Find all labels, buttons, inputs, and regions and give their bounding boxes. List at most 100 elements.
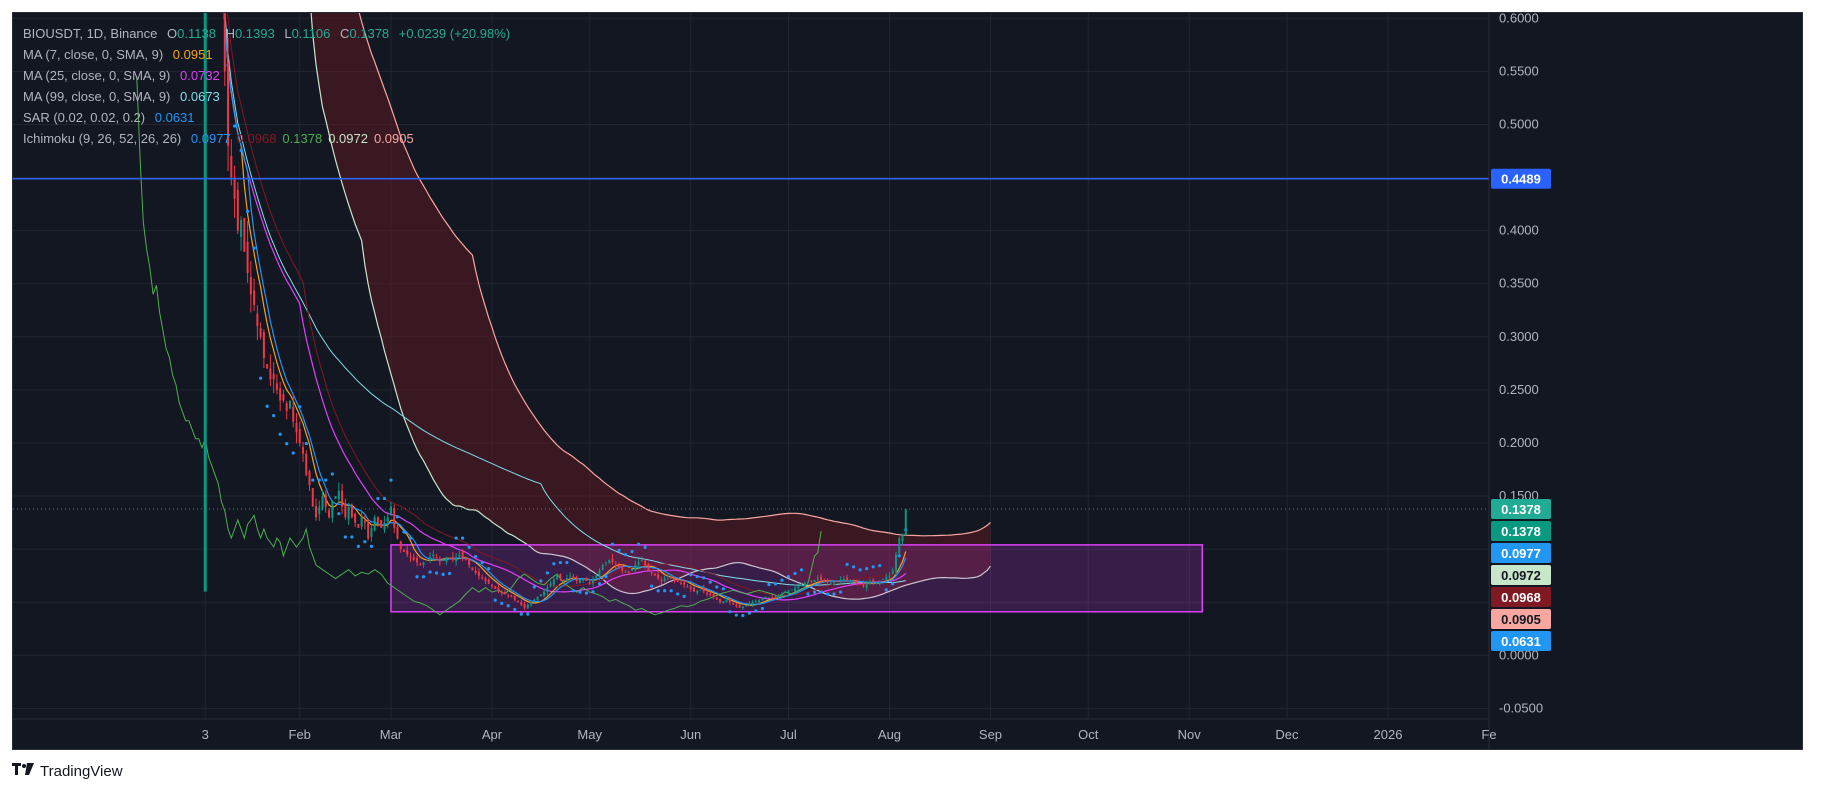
candle-body xyxy=(901,534,904,542)
candle-body xyxy=(842,578,845,580)
tradingview-watermark[interactable]: TradingView xyxy=(12,762,123,780)
candle-body xyxy=(350,505,353,518)
sar-dot xyxy=(878,563,882,568)
sar-dot xyxy=(832,592,836,596)
sar-dot xyxy=(773,582,778,586)
indicator-value: 0.0631 xyxy=(154,110,195,125)
legend-ohlc: O0.1138 H0.1393 L0.1106 C0.1378 +0.0239 … xyxy=(167,26,516,41)
candle-body xyxy=(761,598,764,601)
price-badge: 0.4489 xyxy=(1491,168,1551,189)
sar-dot xyxy=(760,606,765,611)
candle-body xyxy=(627,571,630,573)
price-badge: 0.0972 xyxy=(1491,565,1551,586)
sar-dot xyxy=(695,574,699,579)
x-tick-label: Apr xyxy=(482,727,503,742)
candle-body xyxy=(279,388,282,401)
candle-body xyxy=(240,220,243,238)
indicator-value: 0.0732 xyxy=(180,68,220,83)
price-badge: 0.0905 xyxy=(1491,609,1551,630)
candle-body xyxy=(285,403,288,412)
sar-dot xyxy=(356,544,360,548)
y-tick-label: 0.5000 xyxy=(1499,116,1539,131)
candle-body xyxy=(331,501,334,518)
sar-dot xyxy=(650,584,654,588)
candle-body xyxy=(416,557,419,563)
x-tick-label: Fe xyxy=(1481,727,1496,742)
legend-indicator-row[interactable]: MA (25, close, 0, SMA, 9) 0.0732 xyxy=(23,65,516,86)
candle-body xyxy=(588,582,591,584)
ohlc-change: +0.0239 (+20.98%) xyxy=(398,26,511,41)
candle-body xyxy=(510,595,513,597)
sar-dot xyxy=(376,496,380,501)
candle-body xyxy=(605,562,608,564)
candle-body xyxy=(803,583,806,587)
price-badge: 0.1378 xyxy=(1491,521,1551,542)
candle-body xyxy=(653,573,656,576)
legend-symbol-row: BIOUSDT, 1D, Binance O0.1138 H0.1393 L0.… xyxy=(23,23,516,44)
sar-dot xyxy=(565,560,569,565)
candle-body xyxy=(246,241,249,274)
candle-body xyxy=(712,593,715,597)
candle-body xyxy=(833,582,836,584)
sar-dot xyxy=(539,579,543,583)
x-tick-label: Feb xyxy=(289,727,311,742)
sar-dot xyxy=(676,592,680,596)
time-axis: 3 Feb Mar Apr May Jun Jul Aug Sep Oct Nov Dec 2026 Fe xyxy=(13,718,1497,742)
sar-dot xyxy=(897,554,901,558)
legend-indicator-row[interactable]: SAR (0.02, 0.02, 0.2) 0.0631 xyxy=(23,107,516,128)
candle-body xyxy=(608,559,611,564)
candle-body xyxy=(494,585,497,589)
candle-body xyxy=(272,373,275,380)
tradingview-logo-icon xyxy=(12,762,34,780)
candle-body xyxy=(389,506,392,514)
candle-body xyxy=(295,422,298,433)
legend-indicator-row[interactable]: Ichimoku (9, 26, 52, 26, 26) 0.0977 0.096… xyxy=(23,128,516,149)
sar-dot xyxy=(474,554,478,559)
candle-body xyxy=(780,593,783,596)
candle-body xyxy=(539,594,542,597)
candle-body xyxy=(663,578,666,581)
candle-body xyxy=(477,571,480,576)
sar-dot xyxy=(819,590,823,594)
candle-body xyxy=(738,604,741,608)
candle-body xyxy=(562,579,565,581)
sar-dot xyxy=(363,540,367,544)
candle-body xyxy=(344,503,347,518)
sar-dot xyxy=(461,536,465,540)
candle-body xyxy=(728,599,731,603)
candle-body xyxy=(321,496,324,509)
candle-body xyxy=(399,541,402,550)
candle-body xyxy=(490,584,493,587)
candle-body xyxy=(754,601,757,603)
ohlc-c-value: 0.1378 xyxy=(349,26,390,41)
candle-body xyxy=(839,579,842,583)
y-tick-label: 0.2000 xyxy=(1499,435,1539,450)
candle-body xyxy=(578,579,581,583)
candle-body xyxy=(673,577,676,581)
legend-indicator-row[interactable]: MA (7, close, 0, SMA, 9) 0.0951 xyxy=(23,44,516,65)
candle-body xyxy=(807,582,810,584)
candle-body xyxy=(341,490,344,507)
candle-body xyxy=(256,313,259,327)
candle-body xyxy=(402,549,405,552)
candle-body xyxy=(800,584,803,586)
candle-body xyxy=(386,517,389,522)
candle-body xyxy=(425,559,428,561)
sar-dot xyxy=(245,209,250,214)
sar-dot xyxy=(663,589,667,593)
chart-frame[interactable]: 0.60000.55000.50000.45000.40000.35000.30… xyxy=(12,12,1803,750)
legend-indicator-row[interactable]: MA (99, close, 0, SMA, 9) 0.0673 xyxy=(23,86,516,107)
price-badge: 0.0631 xyxy=(1491,631,1551,652)
candle-body xyxy=(315,505,318,518)
sar-dot xyxy=(493,598,497,602)
candle-body xyxy=(634,565,637,571)
candle-body xyxy=(546,587,549,592)
indicator-label: MA (25, close, 0, SMA, 9) xyxy=(23,68,171,83)
candle-body xyxy=(706,592,709,594)
sar-dot xyxy=(591,590,595,594)
sar-dot xyxy=(597,582,602,586)
candle-body xyxy=(230,155,233,178)
candle-body xyxy=(243,217,246,252)
candle-body xyxy=(771,597,774,599)
candle-body xyxy=(640,559,643,561)
